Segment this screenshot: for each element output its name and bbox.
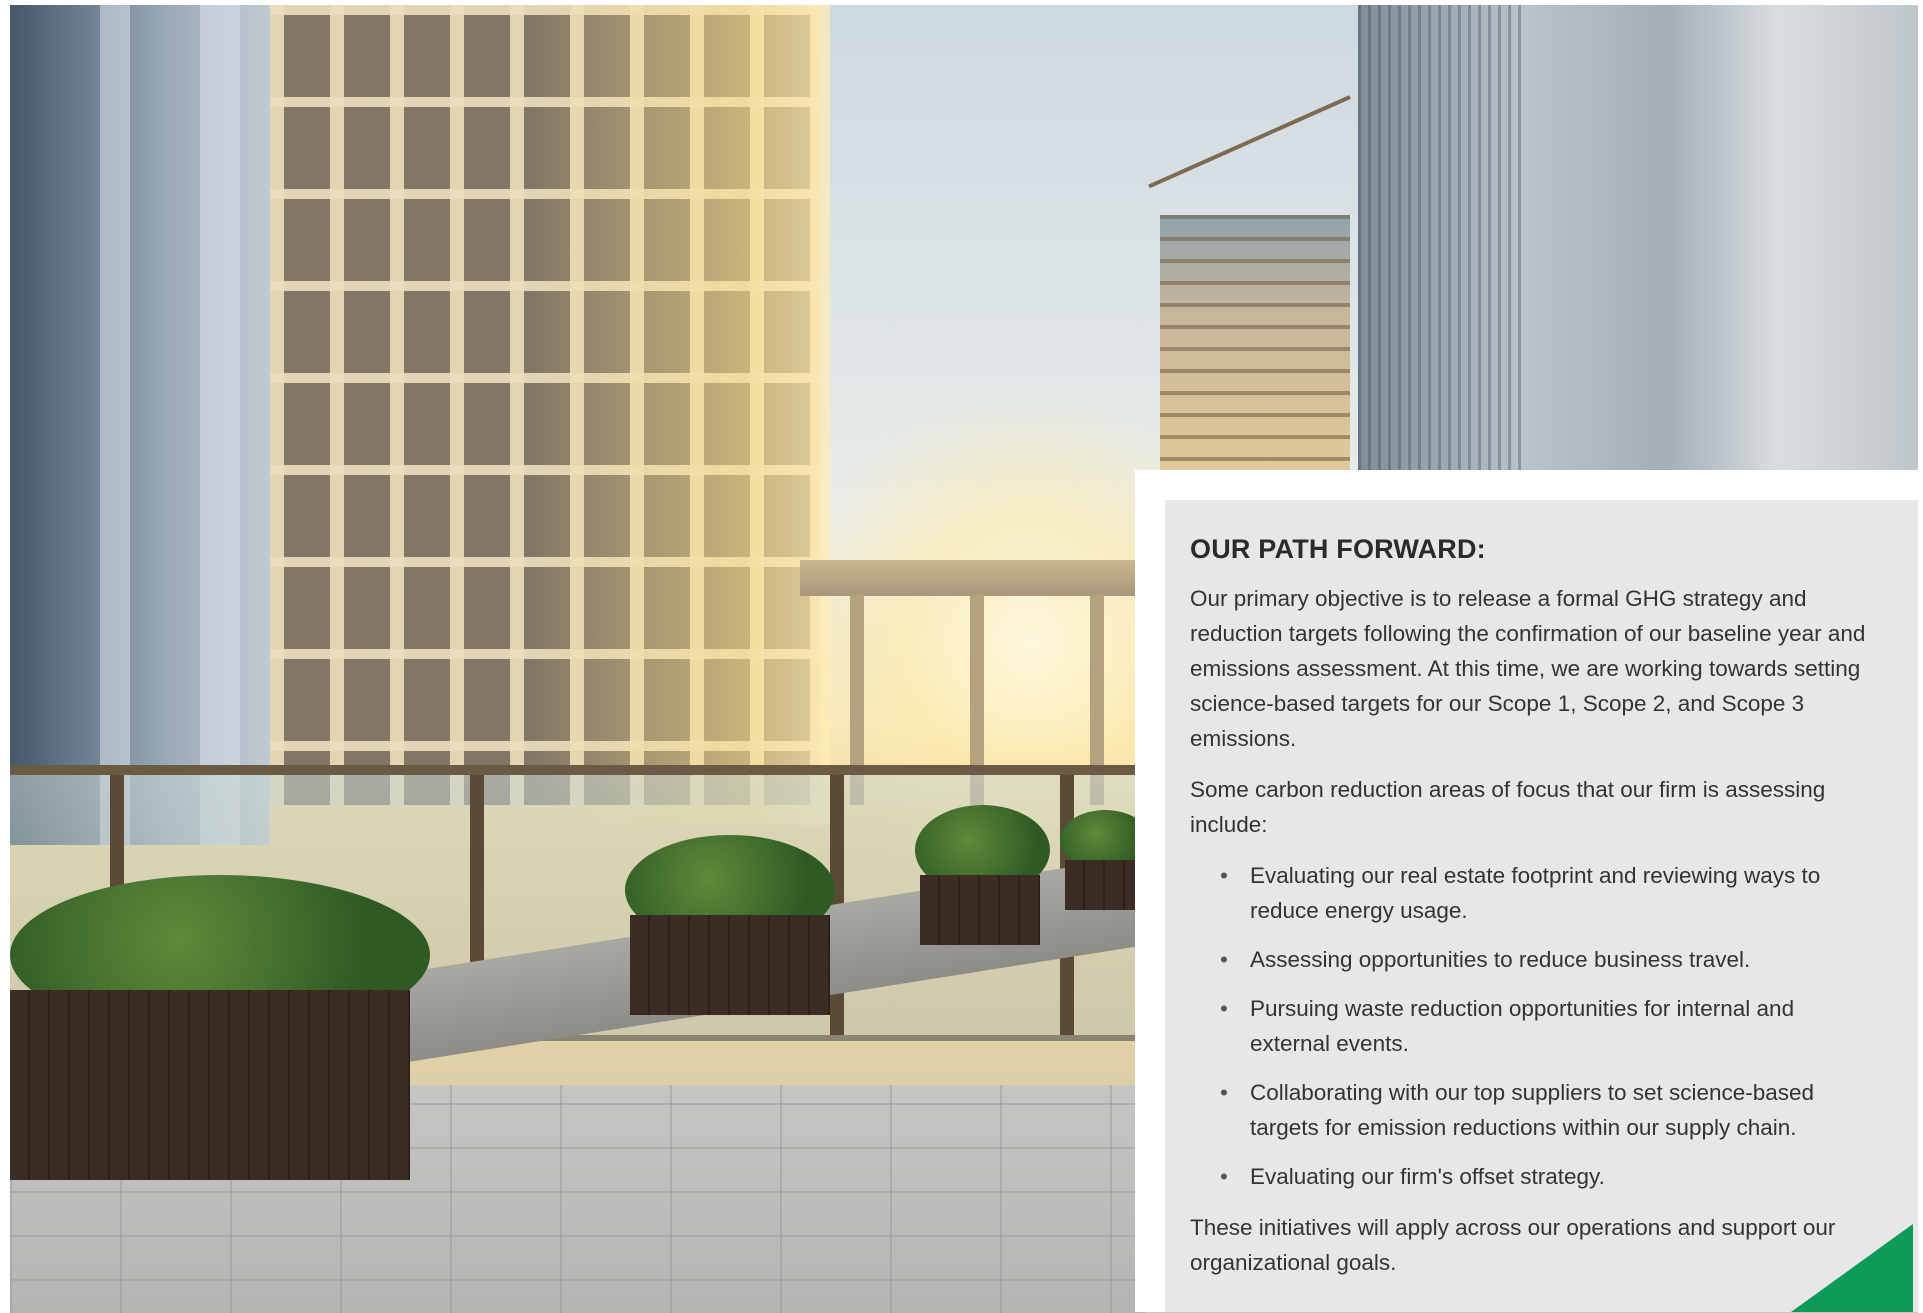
bullet-icon: •	[1220, 863, 1228, 888]
intro-paragraph: Our primary objective is to release a fo…	[1190, 586, 1866, 751]
wooden-planter	[920, 875, 1040, 945]
list-item: • Evaluating our real estate footprint an…	[1218, 858, 1870, 928]
lead-in-paragraph: Some carbon reduction areas of focus tha…	[1190, 777, 1826, 837]
left-glass-building	[10, 5, 270, 845]
wooden-planter	[630, 915, 830, 1015]
construction-building	[1160, 215, 1350, 475]
section-title: OUR PATH FORWARD:	[1190, 534, 1486, 564]
focus-areas-list: • Evaluating our real estate footprint an…	[1190, 858, 1870, 1194]
bullet-icon: •	[1220, 996, 1228, 1021]
bullet-icon: •	[1220, 1164, 1228, 1189]
construction-crane	[1148, 95, 1351, 189]
bullet-icon: •	[1220, 947, 1228, 972]
wooden-planter	[1065, 860, 1145, 910]
list-item-text: Evaluating our real estate footprint and…	[1250, 863, 1821, 923]
list-item: • Assessing opportunities to reduce busin…	[1218, 942, 1870, 977]
list-item: • Evaluating our firm's offset strategy.	[1218, 1159, 1870, 1194]
list-item: • Pursuing waste reduction opportunities …	[1218, 991, 1870, 1061]
railing-handrail	[10, 765, 1145, 775]
closing-paragraph: These initiatives will apply across our …	[1190, 1215, 1836, 1275]
terrace-canopy	[800, 560, 1140, 596]
list-item-text: Assessing opportunities to reduce busine…	[1250, 947, 1751, 972]
list-item-text: Pursuing waste reduction opportunities f…	[1250, 996, 1795, 1056]
list-item-text: Evaluating our firm's offset strategy.	[1250, 1164, 1605, 1189]
list-item: • Collaborating with our top suppliers to…	[1218, 1075, 1870, 1145]
path-forward-content: OUR PATH FORWARD: Our primary objective …	[1190, 534, 1870, 1296]
list-item-text: Collaborating with our top suppliers to …	[1250, 1080, 1815, 1140]
panel-frame-top	[1135, 470, 1918, 500]
wooden-planter	[10, 990, 410, 1180]
bullet-icon: •	[1220, 1080, 1228, 1105]
panel-frame-left	[1135, 470, 1165, 1312]
sunlight-reflection	[530, 5, 830, 825]
right-glass-building	[1358, 5, 1918, 475]
